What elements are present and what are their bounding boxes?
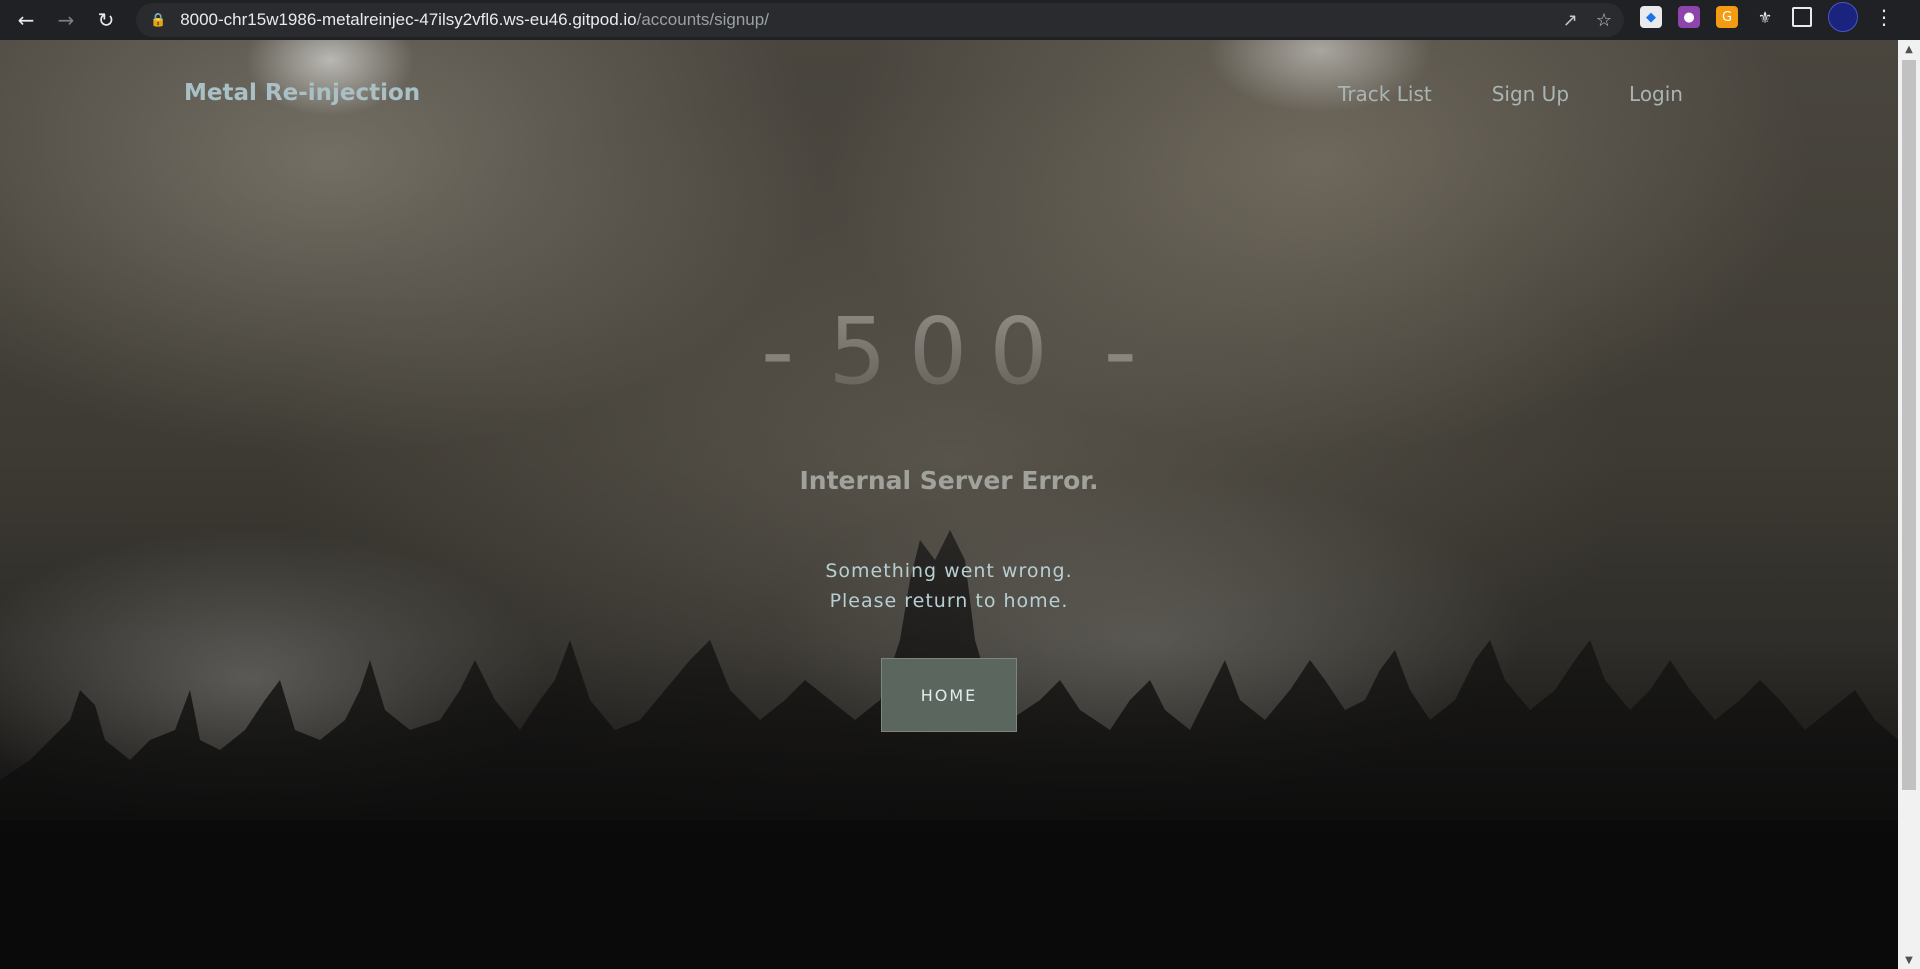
error-code: -500- (0, 298, 1898, 405)
extension-b-icon[interactable]: ● (1678, 6, 1700, 28)
omnibox-actions: ↗ ☆ (1563, 3, 1612, 37)
home-button[interactable]: HOME (881, 658, 1017, 732)
share-icon[interactable]: ↗ (1563, 10, 1578, 31)
kebab-menu-icon[interactable]: ⋮ (1874, 5, 1894, 29)
scrollbar-thumb[interactable] (1902, 60, 1916, 790)
nav-link-sign-up[interactable]: Sign Up (1492, 82, 1569, 106)
scroll-up-icon[interactable]: ▲ (1898, 40, 1920, 58)
crowd-background-image (0, 530, 1898, 969)
error-message-line-1: Something went wrong. (825, 560, 1073, 582)
error-title: Internal Server Error. (799, 466, 1099, 495)
nav-link-login[interactable]: Login (1629, 82, 1683, 106)
address-bar[interactable]: 🔒 8000-chr15w1986-metalreinjec-47ilsy2vf… (136, 3, 1624, 37)
url-host: 8000-chr15w1986-metalreinjec-47ilsy2vfl6… (180, 10, 637, 29)
back-arrow-icon[interactable]: ← (6, 3, 46, 37)
lock-icon[interactable]: 🔒 (150, 13, 166, 28)
nav-link-track-list[interactable]: Track List (1338, 82, 1432, 106)
error-message-line-2: Please return to home. (829, 590, 1069, 612)
forward-arrow-icon[interactable]: → (46, 3, 86, 37)
error-dash-right: - (1103, 298, 1137, 405)
vertical-scrollbar[interactable]: ▲ ▼ (1898, 40, 1920, 969)
reload-icon[interactable]: ↻ (86, 3, 126, 37)
extensions-area: ◆ ● G ⚜ ⋮ (1640, 0, 1894, 34)
error-dash-left: - (760, 298, 795, 405)
avatar[interactable] (1828, 2, 1858, 32)
error-message: Something went wrong. Please return to h… (0, 556, 1898, 616)
nav-links: Track List Sign Up Login (1338, 82, 1683, 106)
star-icon[interactable]: ☆ (1596, 10, 1612, 31)
error-code-number: 500 (828, 298, 1070, 405)
extension-a-icon[interactable]: ◆ (1640, 6, 1662, 28)
browser-toolbar: ← → ↻ 🔒 8000-chr15w1986-metalreinjec-47i… (0, 0, 1920, 40)
puzzle-icon[interactable]: ⚜ (1754, 6, 1776, 28)
extension-c-icon[interactable]: G (1716, 6, 1738, 28)
site-navbar: Metal Re-injection Track List Sign Up Lo… (0, 40, 1898, 150)
url-path: /accounts/signup/ (636, 10, 769, 29)
brand-logo[interactable]: Metal Re-injection (184, 80, 420, 106)
scroll-down-icon[interactable]: ▼ (1898, 951, 1920, 969)
side-panel-icon[interactable] (1792, 7, 1812, 27)
page-viewport: Metal Re-injection Track List Sign Up Lo… (0, 40, 1898, 969)
